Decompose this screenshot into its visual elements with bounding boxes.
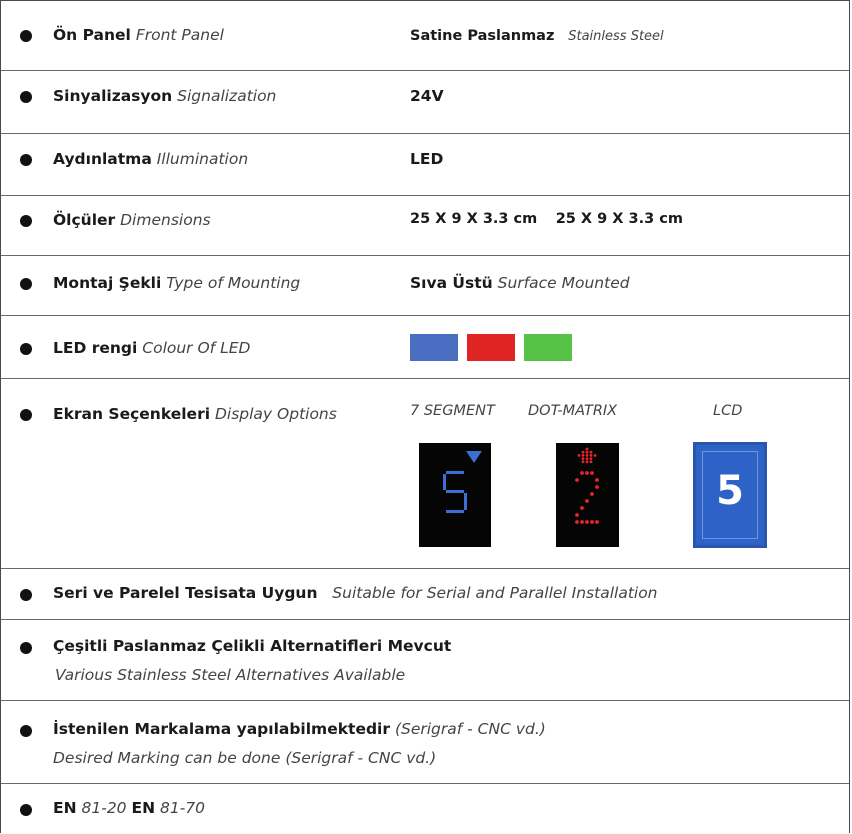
- bullet-icon: [20, 154, 32, 166]
- feature-row-serial-parallel: Seri ve Parelel Tesisata Uygun Suitable …: [1, 569, 849, 620]
- spec-row-dimensions: Ölçüler Dimensions 25 X 9 X 3.3 cm 25 X …: [1, 196, 849, 256]
- matrix-dot: [593, 454, 597, 457]
- spec-value: Satine Paslanmaz Stainless Steel: [410, 28, 664, 44]
- bullet-icon: [20, 589, 32, 601]
- feature-text: İstenilen Markalama yapılabilmektedir (S…: [53, 720, 546, 738]
- matrix-dot: [585, 471, 589, 475]
- spec-value: Sıva Üstü Surface Mounted: [410, 274, 630, 292]
- spec-label: LED rengi Colour Of LED: [53, 339, 251, 357]
- spec-value: 25 X 9 X 3.3 cm 25 X 9 X 3.3 cm: [410, 211, 683, 227]
- standards-row: EN 81-20 EN 81-70: [1, 784, 849, 834]
- bullet-icon: [20, 343, 32, 355]
- bullet-icon: [20, 278, 32, 290]
- spec-label: Ekran Seçenkeleri Display Options: [53, 405, 337, 423]
- display-option-label: LCD: [713, 403, 743, 419]
- standards-text: EN 81-20 EN 81-70: [53, 799, 206, 817]
- feature-text: Seri ve Parelel Tesisata Uygun Suitable …: [53, 584, 658, 602]
- matrix-dot: [595, 485, 599, 489]
- spec-row-display-options: Ekran Seçenkeleri Display Options 7 SEGM…: [1, 379, 849, 569]
- spec-label: Aydınlatma Illumination: [53, 150, 249, 168]
- bullet-icon: [20, 642, 32, 654]
- spec-row-front-panel: Ön Panel Front Panel Satine Paslanmaz St…: [1, 1, 849, 71]
- led-swatch-green: [524, 334, 572, 361]
- feature-row-marking: İstenilen Markalama yapılabilmektedir (S…: [1, 701, 849, 784]
- seven-segment-display: [419, 443, 491, 547]
- matrix-dot: [577, 454, 581, 457]
- matrix-dot: [589, 454, 593, 457]
- lcd-digit: 5: [716, 468, 744, 514]
- feature-text-en: Various Stainless Steel Alternatives Ava…: [55, 666, 406, 684]
- led-swatch-red: [467, 334, 515, 361]
- matrix-dot: [589, 457, 593, 460]
- matrix-dot: [590, 520, 594, 524]
- matrix-dot: [575, 478, 579, 482]
- matrix-dot: [589, 460, 593, 464]
- matrix-dot: [590, 492, 594, 496]
- bullet-icon: [20, 215, 32, 227]
- matrix-dot: [585, 457, 589, 460]
- matrix-dot: [581, 460, 585, 464]
- matrix-dot: [581, 454, 585, 457]
- feature-row-stainless-alternatives: Çeşitli Paslanmaz Çelikli Alternatifleri…: [1, 620, 849, 701]
- spec-row-led-color: LED rengi Colour Of LED: [1, 316, 849, 379]
- matrix-dot: [581, 457, 585, 460]
- matrix-dot: [575, 513, 579, 517]
- spec-row-mounting: Montaj Şekli Type of Mounting Sıva Üstü …: [1, 256, 849, 316]
- spec-label: Ölçüler Dimensions: [53, 211, 211, 229]
- matrix-dot: [585, 450, 589, 454]
- bullet-icon: [20, 409, 32, 421]
- spec-row-signalization: Sinyalizasyon Signalization 24V: [1, 71, 849, 134]
- feature-text: Çeşitli Paslanmaz Çelikli Alternatifleri…: [53, 637, 452, 655]
- lcd-display: 5: [693, 442, 767, 548]
- spec-sheet: Ön Panel Front Panel Satine Paslanmaz St…: [0, 0, 850, 833]
- matrix-dot: [580, 520, 584, 524]
- matrix-dot: [590, 471, 594, 475]
- spec-label: Sinyalizasyon Signalization: [53, 87, 277, 105]
- display-option-label: DOT-MATRIX: [528, 403, 618, 419]
- matrix-dot: [575, 520, 579, 524]
- matrix-dot: [585, 447, 589, 451]
- matrix-dot: [595, 520, 599, 524]
- dot-matrix-display: [556, 443, 619, 547]
- spec-label: Montaj Şekli Type of Mounting: [53, 274, 301, 292]
- spec-value: LED: [410, 150, 444, 168]
- matrix-dot: [580, 506, 584, 510]
- matrix-dot: [585, 454, 589, 457]
- bullet-icon: [20, 91, 32, 103]
- matrix-dot: [585, 499, 589, 503]
- spec-row-illumination: Aydınlatma Illumination LED: [1, 134, 849, 196]
- bullet-icon: [20, 725, 32, 737]
- spec-label: Ön Panel Front Panel: [53, 26, 224, 44]
- matrix-dot: [595, 478, 599, 482]
- feature-text-en: Desired Marking can be done (Serigraf - …: [53, 749, 437, 767]
- bullet-icon: [20, 804, 32, 816]
- matrix-dot: [580, 471, 584, 475]
- matrix-dot: [585, 460, 589, 464]
- matrix-dot: [589, 450, 593, 454]
- bullet-icon: [20, 30, 32, 42]
- led-swatch-blue: [410, 334, 458, 361]
- spec-value: 24V: [410, 87, 444, 105]
- matrix-dot: [585, 520, 589, 524]
- display-option-label: 7 SEGMENT: [410, 403, 495, 419]
- matrix-dot: [581, 450, 585, 454]
